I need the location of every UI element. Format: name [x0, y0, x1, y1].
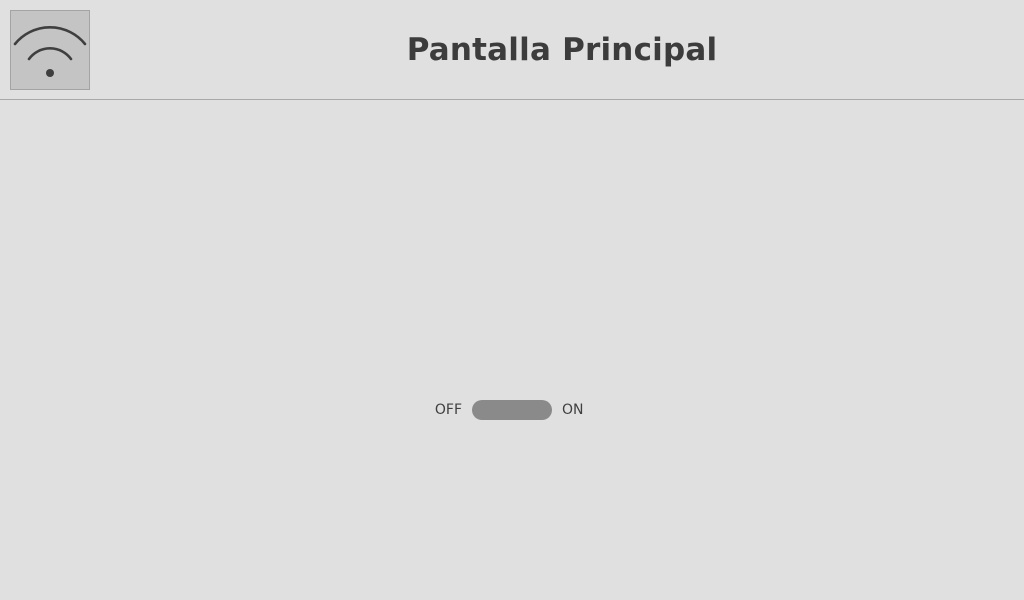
page-title: Pantalla Principal [406, 32, 718, 68]
power-switch: OFF ON [0, 398, 1024, 422]
wifi-icon [13, 26, 87, 77]
toggle-switch[interactable] [472, 400, 552, 420]
switch-off-label: OFF [434, 402, 462, 418]
wifi-button[interactable] [10, 10, 90, 90]
switch-on-label: ON [562, 402, 584, 418]
header-bar: Pantalla Principal [0, 0, 1024, 100]
